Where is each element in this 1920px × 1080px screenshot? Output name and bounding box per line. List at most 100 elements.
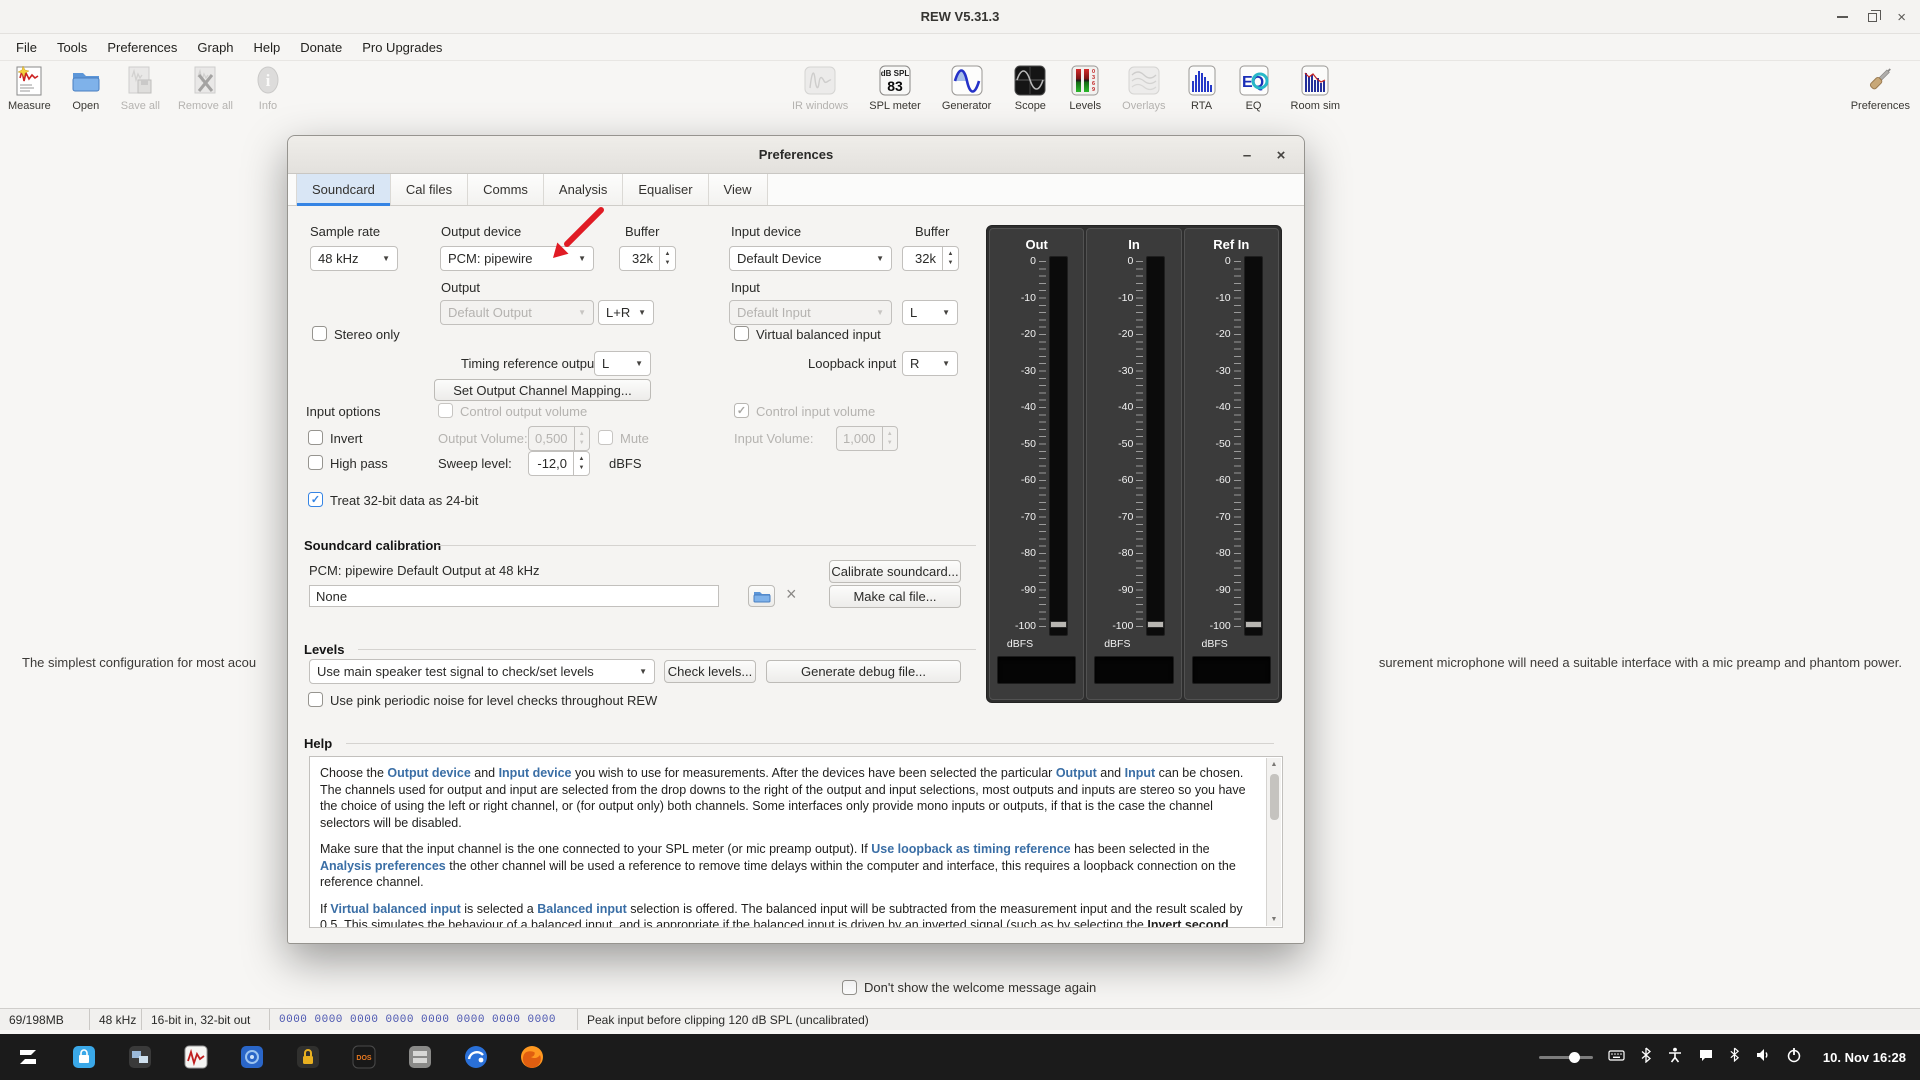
pink-noise-checkbox[interactable] xyxy=(308,692,323,707)
clear-cal-file-icon[interactable]: × xyxy=(786,584,797,605)
virtual-balanced-checkbox[interactable] xyxy=(734,326,749,341)
activities-app-icon[interactable] xyxy=(234,1039,270,1075)
stereo-only-checkbox[interactable] xyxy=(312,326,327,341)
menu-graph[interactable]: Graph xyxy=(187,40,243,55)
help-scrollbar[interactable]: ▲ ▼ xyxy=(1266,758,1281,926)
output-device-select[interactable]: PCM: pipewire ▼ xyxy=(440,246,594,271)
output-select[interactable]: Default Output ▼ xyxy=(440,300,594,325)
buffer-in-spinner[interactable]: 32k ▲▼ xyxy=(902,246,959,271)
check-levels-button[interactable]: Check levels... xyxy=(664,660,756,683)
calibrate-soundcard-button[interactable]: Calibrate soundcard... xyxy=(829,560,961,583)
toolbar-generator[interactable]: Generator xyxy=(942,63,992,112)
generate-debug-file-button[interactable]: Generate debug file... xyxy=(766,660,961,683)
tab-equaliser[interactable]: Equaliser xyxy=(623,174,708,205)
menu-help[interactable]: Help xyxy=(244,40,291,55)
web-browser-icon[interactable] xyxy=(458,1039,494,1075)
loopback-select[interactable]: R ▼ xyxy=(902,351,958,376)
window-close-icon[interactable]: × xyxy=(1897,10,1906,25)
software-store-icon[interactable] xyxy=(66,1039,102,1075)
meter-slider-handle[interactable] xyxy=(1050,621,1067,628)
tab-analysis[interactable]: Analysis xyxy=(544,174,623,205)
control-input-volume-checkbox[interactable]: ✓ xyxy=(734,403,749,418)
browse-cal-file-button[interactable] xyxy=(748,585,775,607)
file-manager-icon[interactable] xyxy=(402,1039,438,1075)
invert-checkbox[interactable] xyxy=(308,430,323,445)
timing-ref-select[interactable]: L ▼ xyxy=(594,351,651,376)
input-channel-select[interactable]: L ▼ xyxy=(902,300,958,325)
tab-view[interactable]: View xyxy=(709,174,768,205)
buffer-out-spinner[interactable]: 32k ▲▼ xyxy=(619,246,676,271)
dont-show-welcome-checkbox[interactable] xyxy=(842,980,857,995)
toolbar-open[interactable]: Open xyxy=(69,63,103,112)
toolbar-ir-windows[interactable]: IR windows xyxy=(792,63,848,112)
menu-file[interactable]: File xyxy=(6,40,47,55)
toolbar-spl-meter[interactable]: dB SPL83 SPL meter xyxy=(869,63,921,112)
toolbar-remove-all[interactable]: Remove all xyxy=(178,63,233,112)
dialog-titlebar[interactable]: Preferences – × xyxy=(288,136,1304,174)
notification-icon[interactable] xyxy=(1698,1047,1714,1068)
toolbar-preferences[interactable]: Preferences xyxy=(1851,63,1910,112)
rew-app-icon[interactable] xyxy=(178,1039,214,1075)
spinner-arrows-icon[interactable]: ▲▼ xyxy=(573,451,590,476)
volume-slider[interactable] xyxy=(1539,1056,1593,1059)
toolbar-levels[interactable]: 0369 Levels xyxy=(1069,63,1101,112)
scroll-up-icon[interactable]: ▲ xyxy=(1271,760,1278,769)
displays-app-icon[interactable] xyxy=(122,1039,158,1075)
set-output-channel-mapping-button[interactable]: Set Output Channel Mapping... xyxy=(434,379,651,401)
window-minimize-icon[interactable] xyxy=(1837,16,1848,18)
cal-file-field[interactable]: None xyxy=(309,585,719,607)
tab-cal-files[interactable]: Cal files xyxy=(391,174,468,205)
menu-donate[interactable]: Donate xyxy=(290,40,352,55)
toolbar-measure[interactable]: Measure xyxy=(8,63,51,112)
menu-tools[interactable]: Tools xyxy=(47,40,97,55)
dosbox-icon[interactable]: DOS xyxy=(346,1039,382,1075)
input-select[interactable]: Default Input ▼ xyxy=(729,300,892,325)
input-volume-spinner[interactable]: 1,000 ▲▼ xyxy=(836,426,898,451)
volume-slider-thumb[interactable] xyxy=(1569,1052,1580,1063)
bluetooth-status-icon[interactable] xyxy=(1729,1047,1740,1067)
toolbar-room-sim[interactable]: Room sim xyxy=(1291,63,1341,112)
dialog-close-button[interactable]: × xyxy=(1270,145,1292,165)
high-pass-checkbox[interactable] xyxy=(308,455,323,470)
scrollbar-thumb[interactable] xyxy=(1270,774,1279,820)
spinner-arrows-icon[interactable]: ▲▼ xyxy=(882,426,898,451)
toolbar-scope[interactable]: Scope xyxy=(1012,63,1048,112)
treat-32bit-checkbox[interactable]: ✓ xyxy=(308,492,323,507)
tab-comms[interactable]: Comms xyxy=(468,174,544,205)
spinner-arrows-icon[interactable]: ▲▼ xyxy=(574,426,590,451)
meter-slider-handle[interactable] xyxy=(1245,621,1262,628)
toolbar-save-all[interactable]: Save all xyxy=(121,63,160,112)
toolbar-info[interactable]: i Info xyxy=(251,63,285,112)
make-cal-file-button[interactable]: Make cal file... xyxy=(829,585,961,608)
window-restore-icon[interactable] xyxy=(1868,13,1877,22)
power-icon[interactable] xyxy=(1786,1047,1802,1068)
firefox-icon[interactable] xyxy=(514,1039,550,1075)
keyboard-layout-icon[interactable] xyxy=(1608,1047,1625,1068)
sample-rate-select[interactable]: 48 kHz ▼ xyxy=(310,246,398,271)
toolbar-eq[interactable]: EQ EQ xyxy=(1238,63,1270,112)
volume-icon[interactable] xyxy=(1755,1047,1771,1068)
window-titlebar[interactable]: REW V5.31.3 × xyxy=(0,0,1920,34)
zorin-menu-icon[interactable] xyxy=(10,1039,46,1075)
toolbar-rta[interactable]: RTA xyxy=(1187,63,1217,112)
input-device-select[interactable]: Default Device ▼ xyxy=(729,246,892,271)
spinner-arrows-icon[interactable]: ▲▼ xyxy=(659,246,676,271)
meter-slider-handle[interactable] xyxy=(1147,621,1164,628)
menu-preferences[interactable]: Preferences xyxy=(97,40,187,55)
spinner-arrows-icon[interactable]: ▲▼ xyxy=(942,246,959,271)
bluetooth-icon[interactable] xyxy=(1640,1047,1652,1068)
accessibility-icon[interactable] xyxy=(1667,1047,1683,1068)
taskbar-clock[interactable]: 10. Nov 16:28 xyxy=(1823,1050,1906,1065)
sweep-level-spinner[interactable]: -12,0 ▲▼ xyxy=(528,451,590,476)
toolbar-overlays[interactable]: Overlays xyxy=(1122,63,1165,112)
dialog-minimize-button[interactable]: – xyxy=(1236,145,1258,165)
menu-pro-upgrades[interactable]: Pro Upgrades xyxy=(352,40,452,55)
tab-soundcard[interactable]: Soundcard xyxy=(296,174,391,205)
mute-checkbox[interactable] xyxy=(598,430,613,445)
scroll-down-icon[interactable]: ▼ xyxy=(1271,915,1278,924)
output-volume-spinner[interactable]: 0,500 ▲▼ xyxy=(528,426,590,451)
output-channel-select[interactable]: L+R ▼ xyxy=(598,300,654,325)
control-output-volume-checkbox[interactable] xyxy=(438,403,453,418)
password-keys-icon[interactable] xyxy=(290,1039,326,1075)
levels-mode-select[interactable]: Use main speaker test signal to check/se… xyxy=(309,659,655,684)
